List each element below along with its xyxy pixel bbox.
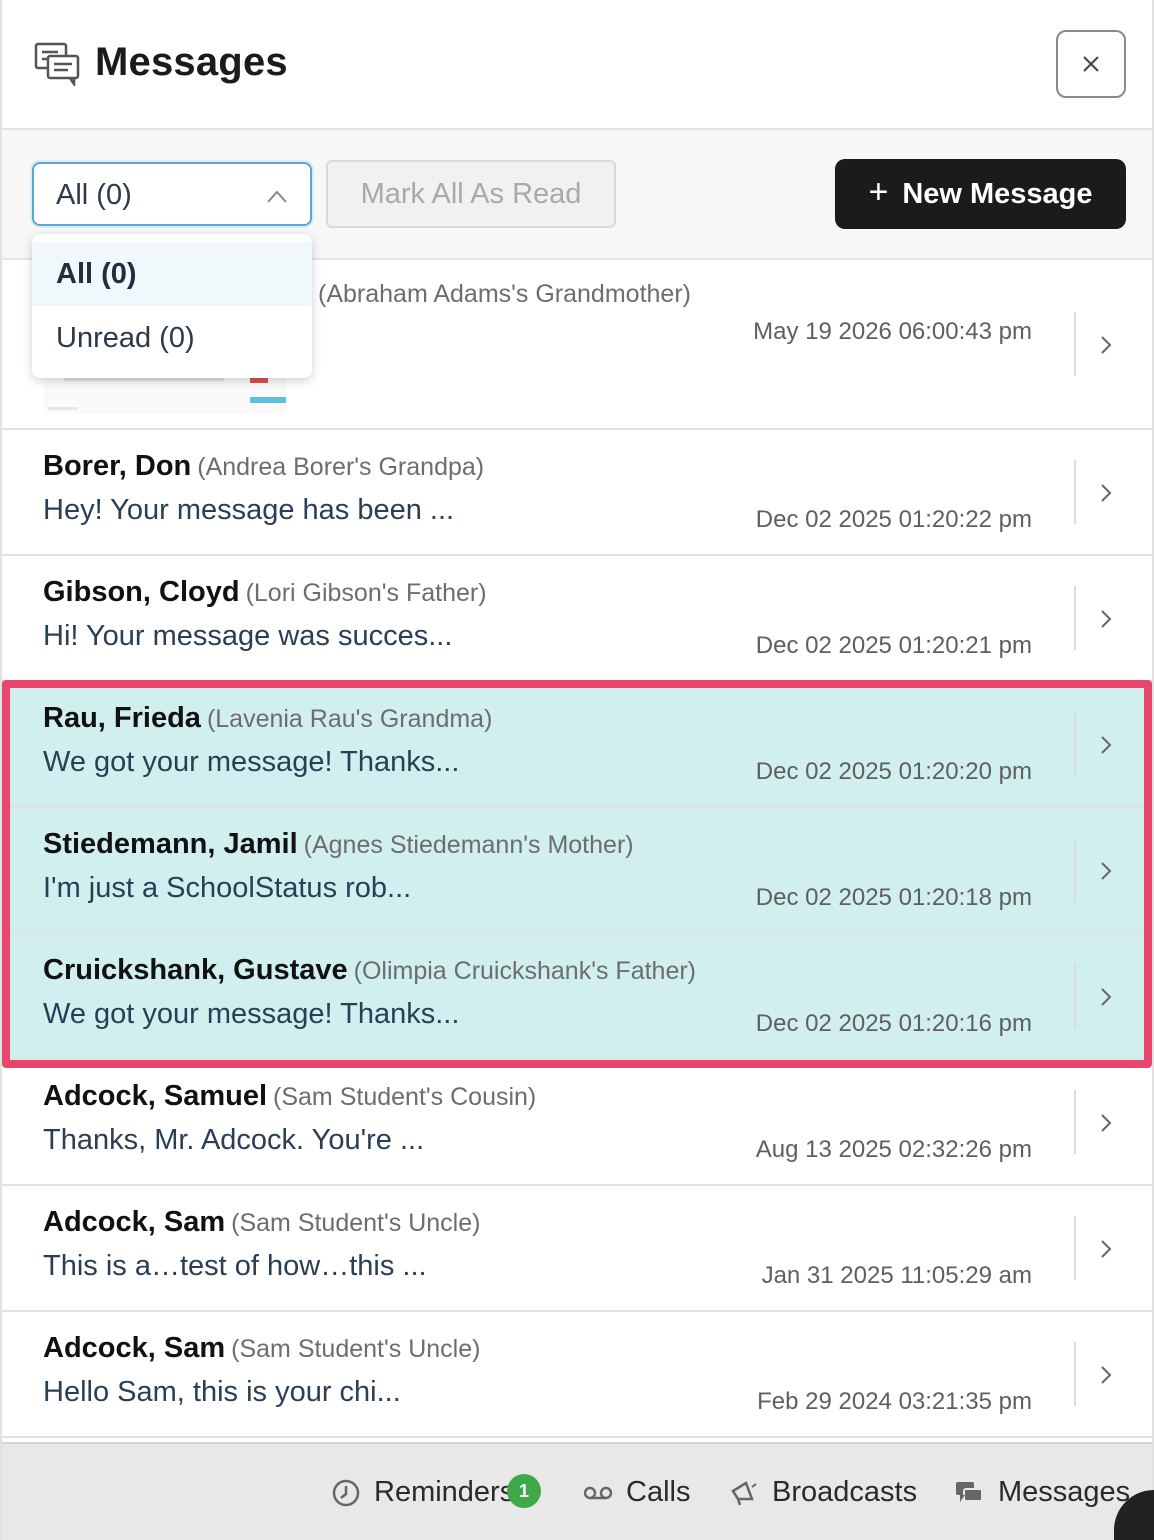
message-preview: We got your message! Thanks... xyxy=(43,998,460,1030)
chevron-right-icon[interactable] xyxy=(1099,860,1113,882)
list-item[interactable]: Stiedemann, Jamil (Agnes Stiedemann's Mot… xyxy=(2,808,1152,934)
list-item[interactable]: Adcock, Samuel (Sam Student's Cousin) Than… xyxy=(2,1060,1152,1186)
list-item[interactable]: Gibson, Cloyd (Lori Gibson's Father) Hi! Y… xyxy=(2,556,1152,682)
close-icon xyxy=(1083,56,1099,72)
message-preview: We got your message! Thanks... xyxy=(43,746,460,778)
contact-relation: (Sam Student's Uncle) xyxy=(231,1209,481,1237)
contact-relation: (Andrea Borer's Grandpa) xyxy=(197,453,485,481)
list-item[interactable]: Adcock, Sam (Sam Student's Uncle) This is … xyxy=(2,1186,1152,1312)
contact-name: Rau, Frieda xyxy=(43,702,201,734)
chevron-right-icon[interactable] xyxy=(1099,1364,1113,1386)
nav-messages[interactable]: Messages xyxy=(954,1476,1130,1509)
clock-icon xyxy=(332,1479,360,1506)
contact-relation: (Agnes Stiedemann's Mother) xyxy=(303,831,634,859)
plus-icon: + xyxy=(868,172,889,211)
row-divider xyxy=(1074,1342,1076,1406)
panel-header: Messages xyxy=(2,0,1152,130)
nav-broadcasts-label: Broadcasts xyxy=(772,1476,918,1508)
chevron-right-icon[interactable] xyxy=(1099,482,1113,504)
message-timestamp: Aug 13 2025 02:32:26 pm xyxy=(755,1136,1032,1163)
chevron-up-icon xyxy=(267,190,287,203)
row-divider xyxy=(1074,1216,1076,1280)
list-item[interactable]: Adcock, Sam (Sam Student's Uncle) Hello Sa… xyxy=(2,1312,1152,1438)
contact-name-line: Gibson, Cloyd (Lori Gibson's Father) xyxy=(43,576,487,609)
messages-icon xyxy=(34,42,80,86)
contact-name: Adcock, Sam xyxy=(43,1206,226,1238)
chevron-right-icon[interactable] xyxy=(1099,1112,1113,1134)
filter-select[interactable]: All (0) xyxy=(32,162,312,226)
list-item[interactable]: Borer, Don (Andrea Borer's Grandpa) Hey! Y… xyxy=(2,430,1152,556)
row-divider xyxy=(1074,964,1076,1028)
megaphone-icon xyxy=(731,1480,757,1505)
contact-name: Gibson, Cloyd xyxy=(43,576,240,608)
message-timestamp: Dec 02 2025 01:20:20 pm xyxy=(755,758,1032,785)
contact-name: Adcock, Samuel xyxy=(43,1080,268,1112)
contact-relation: (Sam Student's Cousin) xyxy=(273,1083,537,1111)
filter-dropdown-menu: All (0) Unread (0) xyxy=(32,234,312,378)
contact-name-line: Adcock, Sam (Sam Student's Uncle) xyxy=(43,1206,480,1239)
message-timestamp: Dec 02 2025 01:20:16 pm xyxy=(755,1010,1032,1037)
contact-name-line: Borer, Don (Andrea Borer's Grandpa) xyxy=(43,450,484,483)
filter-select-value: All (0) xyxy=(56,179,132,211)
contact-name-line: Adcock, Sam (Sam Student's Uncle) xyxy=(43,1332,480,1365)
contact-name-line: Cruickshank, Gustave (Olimpia Cruickshank… xyxy=(43,954,696,987)
voicemail-icon xyxy=(584,1486,612,1499)
reminders-badge: 1 xyxy=(507,1474,541,1508)
contact-name: Borer, Don xyxy=(43,450,192,482)
nav-reminders[interactable]: Reminders xyxy=(332,1476,514,1509)
contact-name: Cruickshank, Gustave xyxy=(43,954,348,986)
message-timestamp: May 19 2026 06:00:43 pm xyxy=(753,318,1032,345)
row-divider xyxy=(1074,1090,1076,1154)
list-item[interactable]: Cruickshank, Gustave (Olimpia Cruickshank… xyxy=(2,934,1152,1060)
dropdown-option-all[interactable]: All (0) xyxy=(32,242,312,306)
row-divider xyxy=(1074,586,1076,650)
mark-all-read-button[interactable]: Mark All As Read xyxy=(326,160,616,228)
message-timestamp: Dec 02 2025 01:20:21 pm xyxy=(755,632,1032,659)
close-button[interactable] xyxy=(1056,30,1126,98)
contact-name-line: Adcock, Samuel (Sam Student's Cousin) xyxy=(43,1080,536,1113)
message-timestamp: Jan 31 2025 11:05:29 am xyxy=(761,1262,1032,1289)
contact-relation: (Lori Gibson's Father) xyxy=(245,579,487,607)
contact-relation: (Abraham Adams's Grandmother) xyxy=(318,280,691,308)
dropdown-option-unread[interactable]: Unread (0) xyxy=(32,306,312,370)
nav-reminders-label: Reminders xyxy=(374,1476,515,1508)
list-item[interactable]: Rau, Frieda (Lavenia Rau's Grandma) We got… xyxy=(2,682,1152,808)
chevron-right-icon[interactable] xyxy=(1099,1238,1113,1260)
contact-name-line: Rau, Frieda (Lavenia Rau's Grandma) xyxy=(43,702,492,735)
contact-name: Stiedemann, Jamil xyxy=(43,828,298,860)
contact-name: Adcock, Sam xyxy=(43,1332,226,1364)
row-divider xyxy=(1074,712,1076,776)
nav-calls-label: Calls xyxy=(626,1476,691,1508)
nav-calls[interactable]: Calls xyxy=(584,1476,690,1509)
message-timestamp: Feb 29 2024 03:21:35 pm xyxy=(757,1388,1032,1415)
nav-messages-label: Messages xyxy=(998,1476,1131,1508)
message-preview: Thanks, Mr. Adcock. You're ... xyxy=(43,1124,425,1156)
contact-relation: (Sam Student's Uncle) xyxy=(231,1335,481,1363)
new-message-button[interactable]: + New Message xyxy=(835,159,1126,229)
nav-broadcasts[interactable]: Broadcasts xyxy=(730,1476,917,1509)
chevron-right-icon[interactable] xyxy=(1099,334,1113,356)
contact-relation: (Lavenia Rau's Grandma) xyxy=(206,705,493,733)
message-preview: Hey! Your message has been ... xyxy=(43,494,455,526)
chat-bubbles-icon xyxy=(956,1481,983,1502)
row-divider xyxy=(1074,838,1076,902)
message-timestamp: Dec 02 2025 01:20:18 pm xyxy=(755,884,1032,911)
chevron-right-icon[interactable] xyxy=(1099,734,1113,756)
chevron-right-icon[interactable] xyxy=(1099,608,1113,630)
page-title: Messages xyxy=(95,40,288,84)
contact-relation: (Olimpia Cruickshank's Father) xyxy=(353,957,696,985)
new-message-label: New Message xyxy=(902,177,1093,210)
message-preview: I'm just a SchoolStatus rob... xyxy=(43,872,412,904)
contact-name-line: Stiedemann, Jamil (Agnes Stiedemann's Mot… xyxy=(43,828,634,861)
messages-panel: Messages All (0) Mark All As Read + New … xyxy=(0,0,1154,1540)
message-preview: Hello Sam, this is your chi... xyxy=(43,1376,401,1408)
chevron-right-icon[interactable] xyxy=(1099,986,1113,1008)
row-divider xyxy=(1074,460,1076,524)
bottom-nav: Reminders 1 Calls Broadcasts Messages xyxy=(2,1442,1152,1540)
message-preview: This is a…test of how…this ... xyxy=(43,1250,427,1282)
message-preview: Hi! Your message was succes... xyxy=(43,620,453,652)
message-timestamp: Dec 02 2025 01:20:22 pm xyxy=(755,506,1032,533)
